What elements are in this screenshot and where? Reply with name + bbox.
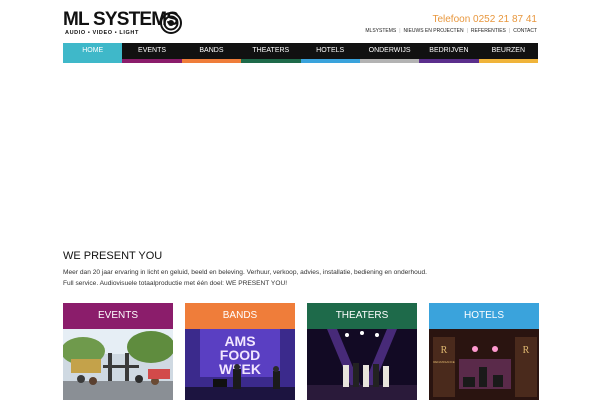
hotels-photo-icon: R RENAISSANCE R <box>429 329 539 400</box>
target-logo-icon <box>160 12 182 34</box>
top-links: MLSYSTEMS | NIEUWS EN PROJECTEN | REFERE… <box>365 28 537 34</box>
toplink-references[interactable]: REFERENTIES <box>471 28 506 34</box>
card-theaters[interactable]: THEATERS <box>307 303 417 400</box>
link-separator: | <box>466 28 468 34</box>
nav-item-home[interactable]: HOME <box>63 43 123 63</box>
toplink-news[interactable]: NIEUWS EN PROJECTEN <box>404 28 464 34</box>
nav-item-beurzen[interactable]: BEURZEN <box>478 43 538 63</box>
nav-item-onderwijs[interactable]: ONDERWIJS <box>359 43 420 63</box>
bands-photo-icon: AMS FOOD WEEK <box>185 329 295 400</box>
events-photo-icon <box>63 329 173 400</box>
card-hotels[interactable]: HOTELS R RENAISSANCE R <box>429 303 539 400</box>
nav-item-events[interactable]: EVENTS <box>122 43 182 63</box>
nav-label: HOTELS <box>316 47 345 54</box>
toplink-contact[interactable]: CONTACT <box>513 28 537 34</box>
nav-item-theaters[interactable]: THEATERS <box>241 43 301 63</box>
sign-text: RENAISSANCE <box>433 360 455 364</box>
theaters-photo-icon <box>307 329 417 400</box>
card-title: THEATERS <box>307 303 417 329</box>
intro-text: Meer dan 20 jaar ervaring in licht en ge… <box>63 267 483 289</box>
intro-line: Full service. Audiovisuele totaalproduct… <box>63 280 288 287</box>
nav-label: THEATERS <box>252 47 290 54</box>
card-title: BANDS <box>185 303 295 329</box>
toplink-mlsystems[interactable]: MLSYSTEMS <box>365 28 396 34</box>
nav-label: ONDERWIJS <box>368 47 411 54</box>
site-logo[interactable]: ML SYSTEMS AUDIO • VIDEO • LIGHT <box>63 10 183 37</box>
card-bands[interactable]: BANDS AMS FOOD WEEK <box>185 303 295 400</box>
intro-line: Meer dan 20 jaar ervaring in licht en ge… <box>63 269 427 276</box>
main-nav: HOME EVENTS BANDS THEATERS HOTELS ONDERW… <box>63 43 538 63</box>
nav-label: BEURZEN <box>491 47 526 54</box>
category-cards: EVENTS BANDS AMS FOOD WEEK <box>63 303 539 400</box>
card-title: EVENTS <box>63 303 173 329</box>
sign-text: R <box>523 345 530 356</box>
intro-heading: WE PRESENT YOU <box>63 250 163 262</box>
logo-tagline: AUDIO • VIDEO • LIGHT <box>65 30 139 36</box>
card-events[interactable]: EVENTS <box>63 303 173 400</box>
nav-label: EVENTS <box>138 47 167 54</box>
link-separator: | <box>508 28 511 34</box>
nav-label: BEDRIJVEN <box>429 47 469 54</box>
nav-item-bands[interactable]: BANDS <box>181 43 242 63</box>
sign-text: R <box>441 345 448 356</box>
nav-label: BANDS <box>199 47 224 54</box>
hero-slider-area <box>63 63 538 245</box>
nav-item-bedrijven[interactable]: BEDRIJVEN <box>419 43 479 63</box>
card-title: HOTELS <box>429 303 539 329</box>
phone-number: Telefoon 0252 21 87 41 <box>432 14 537 25</box>
nav-label: HOME <box>82 47 104 54</box>
nav-item-hotels[interactable]: HOTELS <box>300 43 360 63</box>
link-separator: | <box>399 28 401 34</box>
